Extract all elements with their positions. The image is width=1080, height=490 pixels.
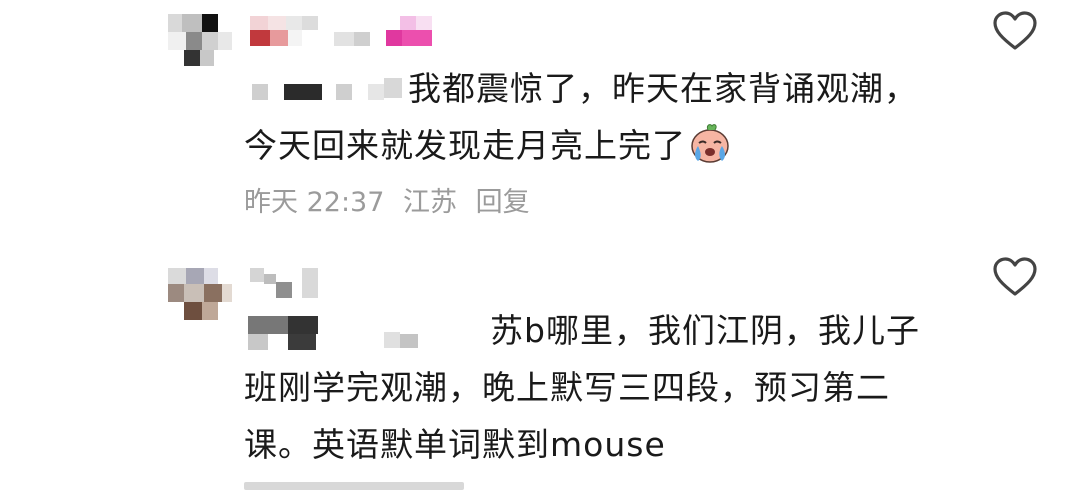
heart-outline-icon bbox=[993, 257, 1037, 296]
like-button[interactable] bbox=[992, 10, 1038, 52]
comment-line: 今天回来就发现走月亮上完了 bbox=[244, 126, 686, 165]
comment-location: 江苏 bbox=[403, 187, 457, 218]
comment-line: 我都震惊了，昨天在家背诵观潮， bbox=[408, 69, 918, 108]
username[interactable] bbox=[250, 16, 450, 46]
username[interactable] bbox=[250, 268, 330, 298]
comment-line: 班刚学完观潮，晚上默写三四段，预习第二 bbox=[244, 368, 890, 407]
comment-line: 苏b哪里，我们江阴，我儿子 bbox=[490, 311, 920, 350]
reply-button[interactable]: 回复 bbox=[476, 187, 530, 218]
comment-item: 苏b哪里，我们江阴，我儿子 班刚学完观潮，晚上默写三四段，预习第二 课。英语默单… bbox=[0, 250, 1080, 490]
heart-outline-icon bbox=[993, 11, 1037, 50]
like-button[interactable] bbox=[992, 256, 1038, 298]
comment-meta: 昨天 22:37 江苏 回复 bbox=[244, 180, 540, 219]
comment-time: 昨天 22:37 bbox=[244, 187, 385, 218]
comment-line: 课。英语默单词默到mouse bbox=[244, 425, 666, 464]
comment-text: 苏b哪里，我们江阴，我儿子 班刚学完观潮，晚上默写三四段，预习第二 课。英语默单… bbox=[244, 302, 964, 473]
comment-text: 我都震惊了，昨天在家背诵观潮， 今天回来就发现走月亮上完了 bbox=[244, 60, 964, 174]
comment-item: 我都震惊了，昨天在家背诵观潮， 今天回来就发现走月亮上完了 昨天 22:37 江… bbox=[0, 0, 1080, 240]
comment-list: 我都震惊了，昨天在家背诵观潮， 今天回来就发现走月亮上完了 昨天 22:37 江… bbox=[0, 0, 1080, 490]
avatar[interactable] bbox=[166, 268, 234, 320]
avatar[interactable] bbox=[166, 14, 234, 66]
crying-emoji bbox=[688, 121, 732, 165]
